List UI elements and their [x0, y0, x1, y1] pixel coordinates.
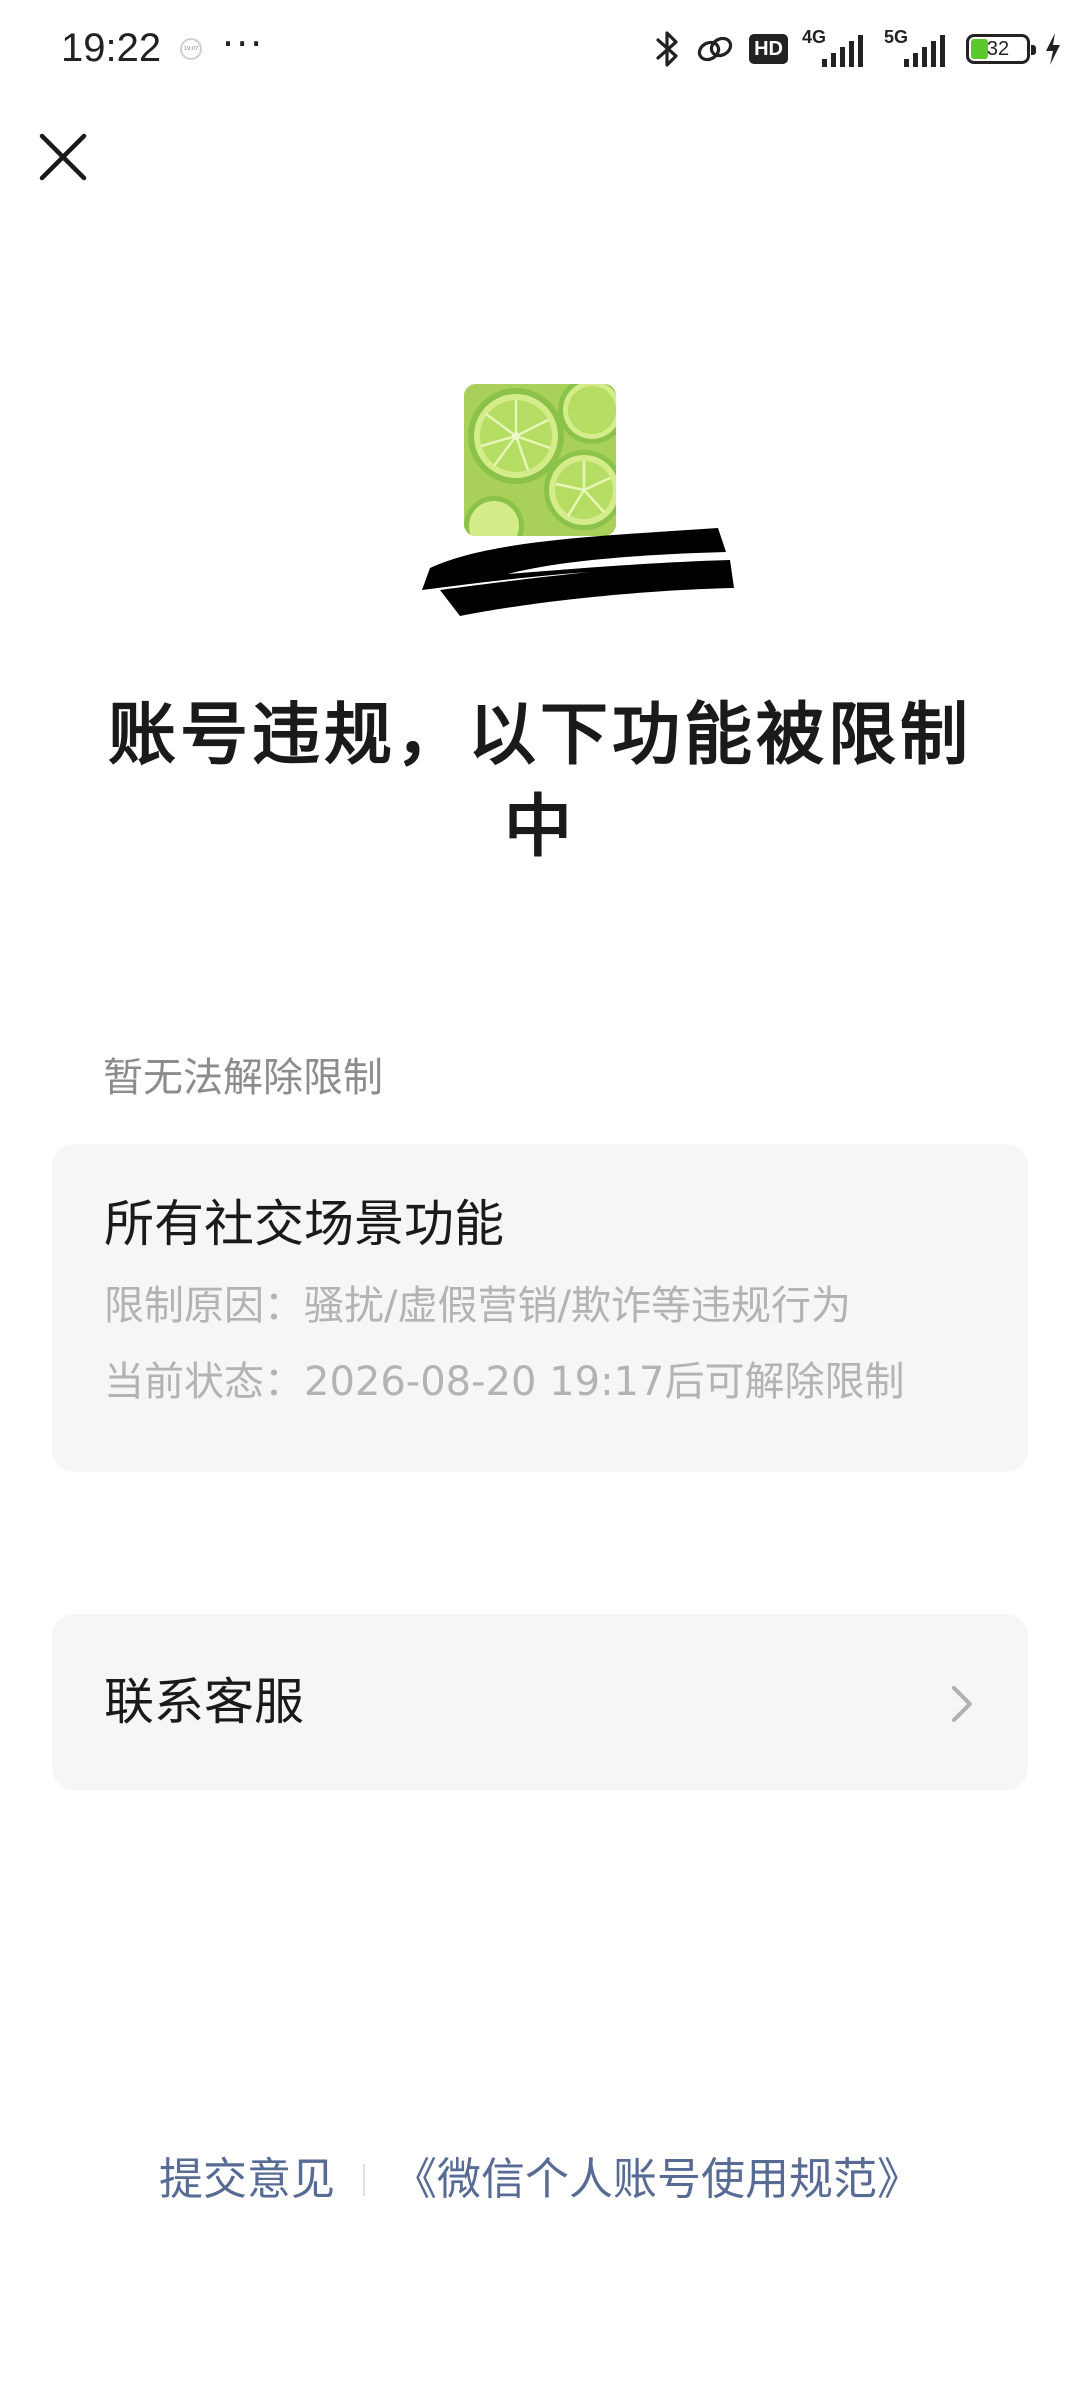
chevron-right-icon	[952, 1686, 972, 1722]
restriction-reason: 限制原因：骚扰/虚假营销/欺诈等违规行为	[104, 1283, 851, 1329]
restriction-status: 当前状态：2026-08-20 19:17后可解除限制	[104, 1359, 905, 1405]
contact-support-label: 联系客服	[104, 1673, 304, 1731]
status-bar: 19:22 19:07 ··· HD 4G 5G 32	[0, 0, 1080, 96]
notification-icon: 19:07	[180, 38, 202, 60]
restricted-feature-name: 所有社交场景功能	[104, 1195, 504, 1253]
nickname-redaction	[422, 528, 734, 616]
status-icons: HD 4G 5G 32	[655, 26, 1062, 72]
close-icon	[39, 133, 87, 181]
restriction-card: 所有社交场景功能 限制原因：骚扰/虚假营销/欺诈等违规行为 当前状态：2026-…	[52, 1144, 1028, 1472]
hd-voice-icon: HD	[749, 34, 788, 64]
close-button[interactable]	[28, 122, 98, 192]
battery-percent: 32	[986, 38, 1010, 60]
signal-4g-icon: 4G	[802, 27, 870, 69]
charging-icon	[1046, 33, 1060, 65]
account-policy-link[interactable]: 《微信个人账号使用规范》	[393, 2148, 921, 2212]
more-notifications-icon: ···	[222, 22, 265, 66]
signal-5g-icon: 5G	[884, 27, 952, 69]
footer-divider	[363, 2164, 365, 2196]
bluetooth-icon	[656, 31, 678, 67]
battery-icon: 32	[966, 34, 1036, 64]
footer-links: 提交意见 《微信个人账号使用规范》	[0, 2148, 1080, 2212]
submit-feedback-link[interactable]: 提交意见	[159, 2148, 335, 2212]
page-title: 账号违规，以下功能被限制中	[107, 696, 972, 867]
link-icon	[697, 36, 733, 62]
section-label-cannot-lift: 暂无法解除限制	[103, 1055, 383, 1101]
status-time: 19:22	[61, 26, 162, 70]
contact-support-button[interactable]: 联系客服	[52, 1614, 1028, 1790]
